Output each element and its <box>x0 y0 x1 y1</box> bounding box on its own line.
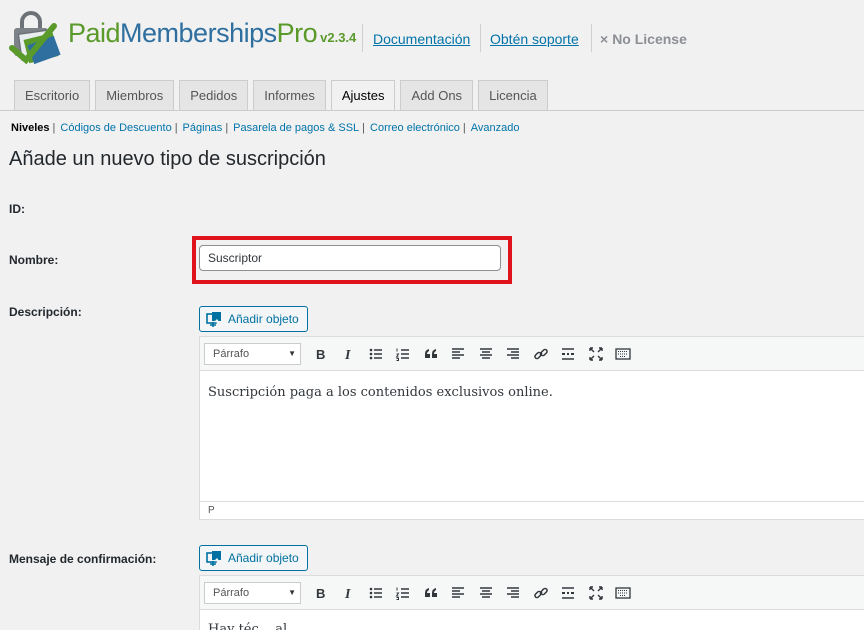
tab-add-ons[interactable]: Add Ons <box>400 80 474 110</box>
version-label: v2.3.4 <box>320 30 357 45</box>
format-select-value: Párrafo <box>213 586 250 599</box>
italic-icon[interactable]: I <box>335 581 363 605</box>
license-status-text: No License <box>612 31 687 47</box>
brand-part-paid: Paid <box>68 18 121 48</box>
description-label: Descripción: <box>9 305 82 319</box>
add-media-icon <box>206 551 221 566</box>
page-title: Añade un nuevo tipo de suscripción <box>9 148 326 170</box>
align-left-icon[interactable] <box>445 581 473 605</box>
name-input[interactable] <box>199 245 501 271</box>
link-icon[interactable] <box>527 342 555 366</box>
subnav-advanced[interactable]: Avanzado <box>471 122 520 134</box>
toolbar-toggle-icon[interactable] <box>610 342 638 366</box>
tab-licencia[interactable]: Licencia <box>478 80 548 110</box>
confirmation-content[interactable]: Hay téc... al... <box>200 610 864 630</box>
description-editor: Párrafo ▼ B I Suscripción paga a los cont… <box>199 336 864 520</box>
subnav-payment-gateway[interactable]: Pasarela de pagos & SSL <box>233 122 359 134</box>
format-select[interactable]: Párrafo ▼ <box>204 342 301 365</box>
tab-miembros[interactable]: Miembros <box>95 80 175 110</box>
add-media-label: Añadir objeto <box>228 312 299 326</box>
align-right-icon[interactable] <box>500 342 528 366</box>
tab-pedidos[interactable]: Pedidos <box>179 80 249 110</box>
confirmation-editor: Párrafo ▼ B I Hay téc... al... <box>199 575 864 630</box>
subnav-email[interactable]: Correo electrónico <box>370 122 460 134</box>
align-center-icon[interactable] <box>472 342 500 366</box>
bold-icon[interactable]: B <box>307 581 335 605</box>
add-media-icon <box>206 312 221 327</box>
tab-informes[interactable]: Informes <box>253 80 326 110</box>
chevron-down-icon: ▼ <box>288 588 296 597</box>
editor-path: P <box>200 501 864 519</box>
italic-icon[interactable]: I <box>335 342 363 366</box>
bullet-list-icon[interactable] <box>362 342 390 366</box>
fullscreen-icon[interactable] <box>582 581 610 605</box>
format-select[interactable]: Párrafo ▼ <box>204 581 301 604</box>
tab-ajustes[interactable]: Ajustes <box>330 80 396 111</box>
svg-text:B: B <box>316 347 325 362</box>
close-icon: × <box>600 31 609 47</box>
numbered-list-icon[interactable] <box>390 342 418 366</box>
id-label: ID: <box>9 202 25 216</box>
align-left-icon[interactable] <box>445 342 473 366</box>
link-icon[interactable] <box>527 581 555 605</box>
bold-icon[interactable]: B <box>307 342 335 366</box>
svg-text:I: I <box>344 348 351 362</box>
license-status[interactable]: × No License <box>600 31 687 47</box>
editor-toolbar: Párrafo ▼ B I <box>200 576 864 610</box>
align-right-icon[interactable] <box>500 581 528 605</box>
add-media-button[interactable]: Añadir objeto <box>199 306 308 332</box>
brand-part-memberships: Memberships <box>120 18 277 48</box>
numbered-list-icon[interactable] <box>390 581 418 605</box>
header-divider <box>362 24 363 52</box>
chevron-down-icon: ▼ <box>288 349 296 358</box>
main-tabs: Escritorio Miembros Pedidos Informes Aju… <box>14 80 553 111</box>
header-divider <box>480 24 481 52</box>
blockquote-icon[interactable] <box>417 581 445 605</box>
bullet-list-icon[interactable] <box>362 581 390 605</box>
documentation-link[interactable]: Documentación <box>373 31 470 47</box>
subnav-discount-codes[interactable]: Códigos de Descuento <box>60 122 171 134</box>
name-label: Nombre: <box>9 253 59 267</box>
tabs-divider <box>0 110 864 111</box>
fullscreen-icon[interactable] <box>582 342 610 366</box>
pmpro-logo-icon <box>9 11 61 65</box>
read-more-icon[interactable] <box>555 342 583 366</box>
brand-part-pro: Pro <box>276 18 318 48</box>
blockquote-icon[interactable] <box>417 342 445 366</box>
settings-subnav: Niveles | Códigos de Descuento | Páginas | Pas… <box>11 122 520 134</box>
confirmation-label: Mensaje de confirmación: <box>9 552 157 566</box>
plugin-header: PaidMembershipsPro v2.3.4 Documentación O… <box>0 0 864 76</box>
align-center-icon[interactable] <box>472 581 500 605</box>
subnav-levels[interactable]: Niveles <box>11 122 50 134</box>
svg-text:B: B <box>316 586 325 601</box>
format-select-value: Párrafo <box>213 347 250 360</box>
description-content[interactable]: Suscripción paga a los contenidos exclus… <box>200 371 864 414</box>
editor-toolbar: Párrafo ▼ B I <box>200 337 864 371</box>
read-more-icon[interactable] <box>555 581 583 605</box>
tab-escritorio[interactable]: Escritorio <box>14 80 91 110</box>
subnav-pages[interactable]: Páginas <box>183 122 223 134</box>
brand-name: PaidMembershipsPro v2.3.4 <box>68 18 356 49</box>
header-divider <box>591 24 592 52</box>
support-link[interactable]: Obtén soporte <box>490 31 579 47</box>
add-media-label: Añadir objeto <box>228 551 299 565</box>
svg-text:I: I <box>344 587 351 601</box>
add-media-button[interactable]: Añadir objeto <box>199 545 308 571</box>
toolbar-toggle-icon[interactable] <box>610 581 638 605</box>
